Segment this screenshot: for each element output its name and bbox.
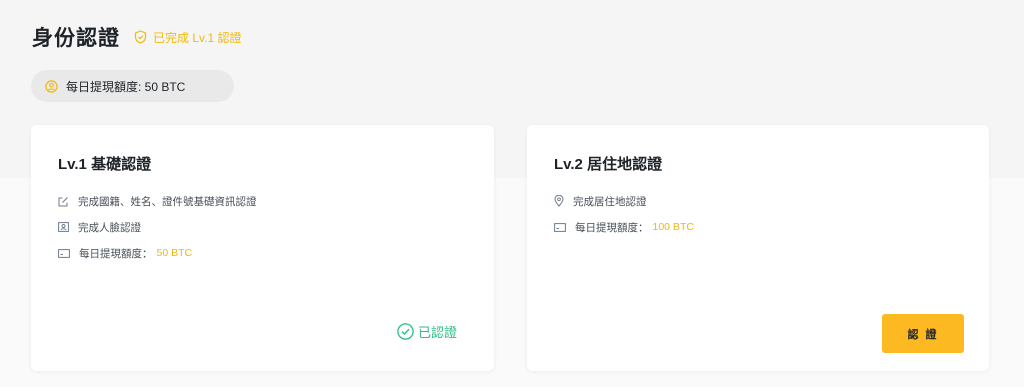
requirement-item: 完成居住地認證	[554, 194, 694, 208]
requirement-list: 完成國籍、姓名、證件號基礎資訊認證 完成人臉認證 每日提現額度： 50 BTC	[58, 194, 257, 272]
edit-icon	[58, 196, 68, 206]
page-title: 身份認證	[32, 27, 120, 50]
wallet-icon	[554, 222, 566, 232]
shield-check-icon	[134, 30, 147, 44]
limit-value: 50 BTC	[156, 247, 193, 259]
requirement-list: 完成居住地認證 每日提現額度： 100 BTC	[554, 194, 694, 246]
requirement-text: 每日提現額度：	[79, 247, 153, 260]
verified-status-text: 已認證	[417, 325, 457, 340]
verify-button[interactable]: 認 證	[882, 314, 964, 353]
wallet-icon	[58, 248, 70, 258]
check-circle-icon	[397, 323, 414, 340]
withdraw-limit-text: 每日提現額度: 50 BTC	[66, 79, 186, 94]
level-1-card: Lv.1 基礎認證 完成國籍、姓名、證件號基礎資訊認證 完成人臉認證 每日提現額…	[31, 125, 494, 371]
withdraw-limit-badge: 每日提現額度: 50 BTC	[31, 70, 234, 102]
requirement-text: 每日提現額度：	[575, 221, 649, 234]
requirement-item: 每日提現額度： 50 BTC	[58, 246, 257, 260]
requirement-item: 完成國籍、姓名、證件號基礎資訊認證	[58, 194, 257, 208]
card-title: Lv.2 居住地認證	[554, 156, 663, 173]
requirement-item: 每日提現額度： 100 BTC	[554, 220, 694, 234]
card-title: Lv.1 基礎認證	[58, 156, 152, 173]
limit-value: 100 BTC	[652, 221, 694, 233]
level-2-card: Lv.2 居住地認證 完成居住地認證 每日提現額度： 100 BTC 認 證	[527, 125, 989, 371]
requirement-text: 完成國籍、姓名、證件號基礎資訊認證	[78, 195, 257, 208]
verification-status: 已完成 Lv.1 認證	[134, 29, 241, 46]
location-pin-icon	[554, 195, 564, 207]
requirement-text: 完成人臉認證	[78, 221, 141, 234]
requirement-item: 完成人臉認證	[58, 220, 257, 234]
verified-status: 已認證	[397, 322, 457, 341]
user-circle-icon	[45, 79, 58, 93]
id-card-icon	[58, 222, 69, 232]
verification-status-text: 已完成 Lv.1 認證	[153, 30, 242, 45]
requirement-text: 完成居住地認證	[573, 195, 647, 208]
page-header: 身份認證 已完成 Lv.1 認證	[32, 22, 241, 52]
